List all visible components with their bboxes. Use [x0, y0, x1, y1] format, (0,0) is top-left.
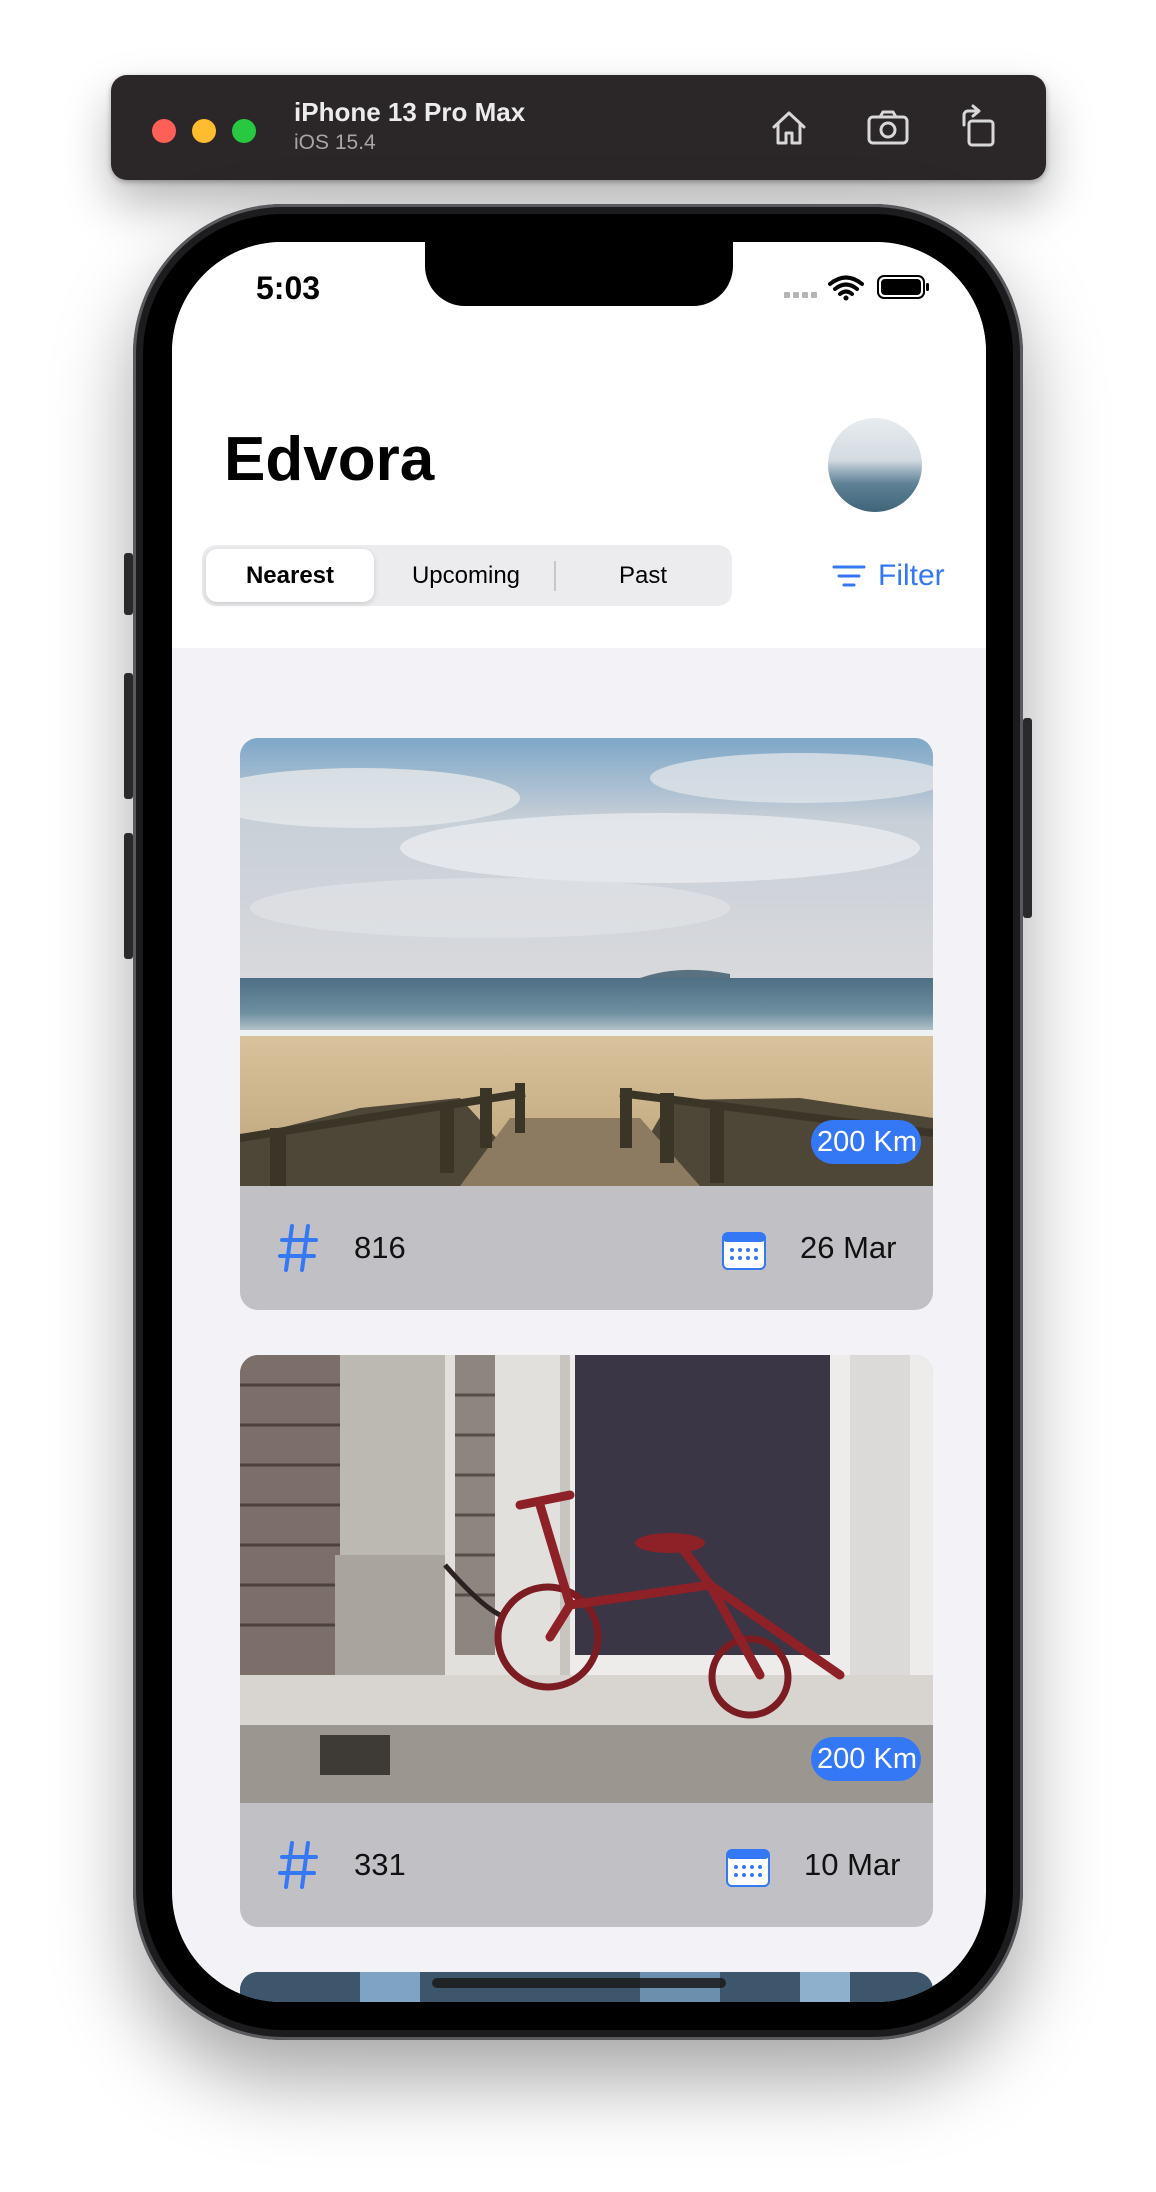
simulator-title-bar: iPhone 13 Pro Max iOS 15.4 — [111, 75, 1046, 180]
notch — [425, 242, 733, 306]
event-card[interactable]: 200 Km 816 26 Mar — [240, 738, 933, 1310]
calendar-icon — [722, 1232, 766, 1270]
home-icon[interactable] — [764, 103, 814, 153]
status-icons — [784, 272, 934, 307]
red-tricycle-photo — [240, 1355, 933, 1803]
event-number: 331 — [354, 1847, 406, 1882]
simulator-device-name: iPhone 13 Pro Max — [294, 97, 526, 127]
hash-icon — [278, 1841, 318, 1889]
hash-icon — [278, 1224, 318, 1272]
card-footer: 331 10 Mar — [240, 1803, 933, 1927]
card-footer: 816 26 Mar — [240, 1186, 933, 1310]
segmented-control: Nearest Upcoming Past — [202, 545, 732, 606]
wifi-icon — [828, 275, 864, 296]
beach-boardwalk-photo — [240, 738, 933, 1186]
battery-icon — [877, 275, 929, 299]
page-title: Edvora — [224, 425, 435, 494]
status-time: 5:03 — [256, 270, 321, 306]
rotate-icon[interactable] — [954, 103, 1004, 153]
app-header: 5:03 Edvora Nearest Upcoming Past Filter — [172, 242, 986, 648]
close-window-button[interactable] — [152, 119, 176, 143]
calendar-icon — [726, 1849, 770, 1887]
power-button — [1023, 718, 1032, 918]
filter-lines-icon — [832, 565, 866, 587]
event-number: 816 — [354, 1230, 406, 1265]
minimize-window-button[interactable] — [192, 119, 216, 143]
filter-button[interactable]: Filter — [832, 554, 945, 598]
zoom-window-button[interactable] — [232, 119, 256, 143]
filter-label: Filter — [878, 559, 945, 592]
volume-down-button — [124, 833, 133, 959]
volume-up-button — [124, 673, 133, 799]
profile-avatar[interactable] — [828, 418, 922, 512]
event-card[interactable]: 200 Km 331 10 Mar — [240, 1355, 933, 1927]
cellular-icon — [784, 292, 817, 298]
app-screen: 5:03 Edvora Nearest Upcoming Past Filter… — [172, 242, 986, 2002]
screenshot-icon[interactable] — [863, 103, 913, 153]
event-date: 10 Mar — [804, 1847, 901, 1882]
tab-nearest[interactable]: Nearest — [206, 549, 374, 602]
silent-switch — [124, 553, 133, 615]
home-indicator[interactable] — [432, 1978, 726, 1988]
tab-past[interactable]: Past — [558, 549, 728, 602]
distance-badge: 200 Km — [811, 1737, 921, 1781]
event-date: 26 Mar — [800, 1230, 897, 1265]
segment-divider — [554, 561, 556, 591]
tab-upcoming[interactable]: Upcoming — [378, 549, 554, 602]
distance-badge: 200 Km — [811, 1120, 921, 1164]
simulator-os-version: iOS 15.4 — [294, 131, 376, 154]
